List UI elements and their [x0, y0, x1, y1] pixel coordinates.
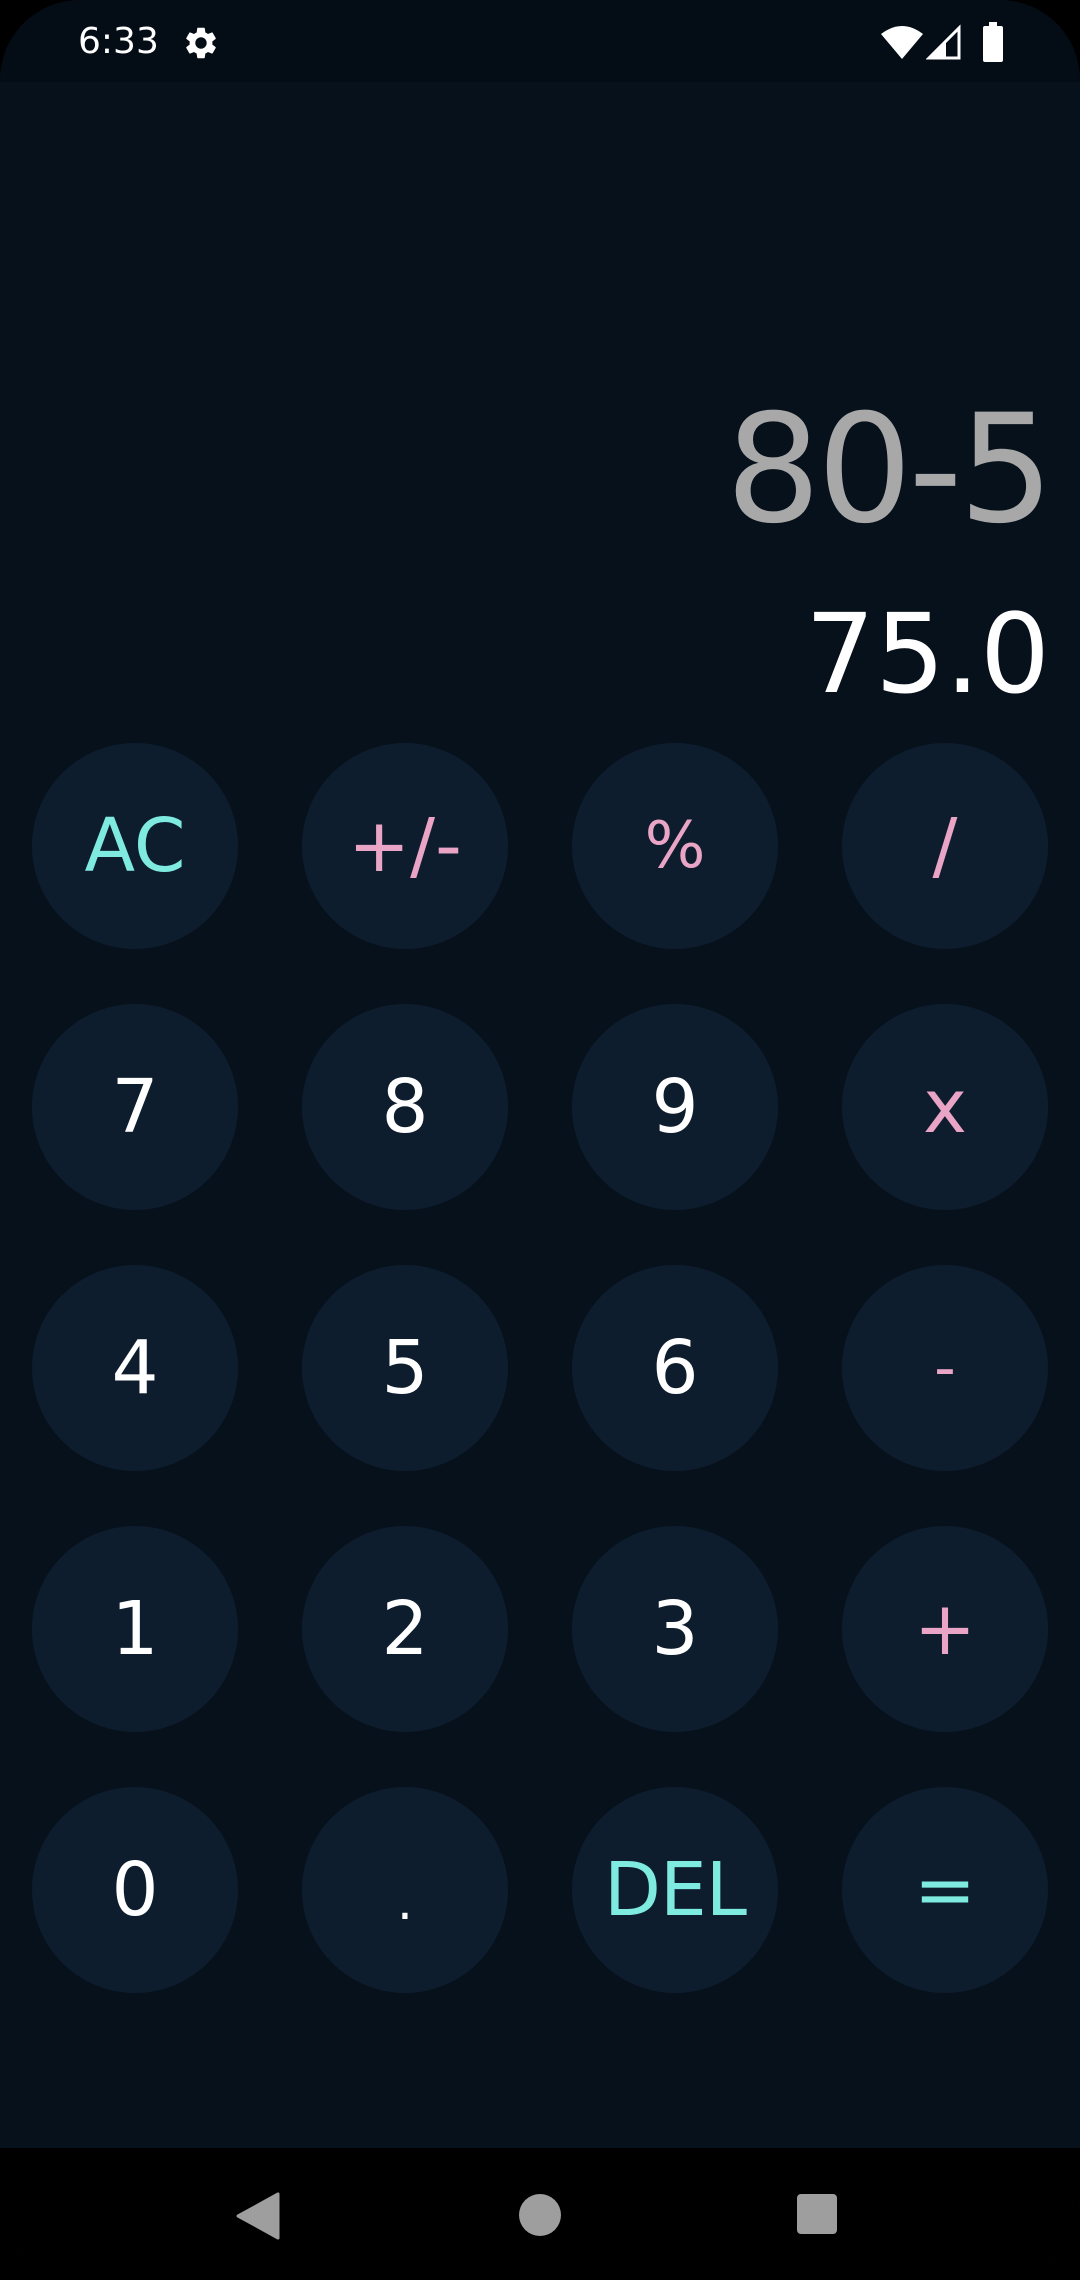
- multiply-button[interactable]: x: [842, 1004, 1048, 1210]
- digit-2-button[interactable]: 2: [302, 1526, 508, 1732]
- calculator-screen: 6:33 80-5 75.0 AC +/- % / 7 8 9 x 4 5 6: [0, 0, 1080, 2280]
- navigation-bar: [0, 2148, 1080, 2280]
- digit-8-button[interactable]: 8: [302, 1004, 508, 1210]
- clear-button[interactable]: AC: [32, 743, 238, 949]
- gear-icon: [186, 27, 216, 59]
- equals-button[interactable]: =: [842, 1787, 1048, 1993]
- decimal-button[interactable]: .: [302, 1787, 508, 1993]
- delete-button[interactable]: DEL: [572, 1787, 778, 1993]
- digit-1-button[interactable]: 1: [32, 1526, 238, 1732]
- digit-7-button[interactable]: 7: [32, 1004, 238, 1210]
- add-button[interactable]: +: [842, 1526, 1048, 1732]
- recents-icon[interactable]: [797, 2194, 837, 2234]
- digit-6-button[interactable]: 6: [572, 1265, 778, 1471]
- wifi-icon: [881, 26, 923, 59]
- digit-3-button[interactable]: 3: [572, 1526, 778, 1732]
- digit-5-button[interactable]: 5: [302, 1265, 508, 1471]
- digit-4-button[interactable]: 4: [32, 1265, 238, 1471]
- digit-9-button[interactable]: 9: [572, 1004, 778, 1210]
- expression-display: 80-5: [725, 383, 1054, 557]
- result-display: 75.0: [805, 590, 1050, 718]
- cell-signal-icon: [926, 24, 961, 60]
- status-time: 6:33: [78, 21, 159, 62]
- back-icon[interactable]: [236, 2192, 280, 2240]
- status-bar: 6:33: [0, 0, 1080, 82]
- battery-icon: [983, 22, 1003, 62]
- subtract-button[interactable]: -: [842, 1265, 1048, 1471]
- plus-minus-button[interactable]: +/-: [302, 743, 508, 949]
- percent-button[interactable]: %: [572, 743, 778, 949]
- digit-0-button[interactable]: 0: [32, 1787, 238, 1993]
- divide-button[interactable]: /: [842, 743, 1048, 949]
- home-icon[interactable]: [519, 2194, 561, 2236]
